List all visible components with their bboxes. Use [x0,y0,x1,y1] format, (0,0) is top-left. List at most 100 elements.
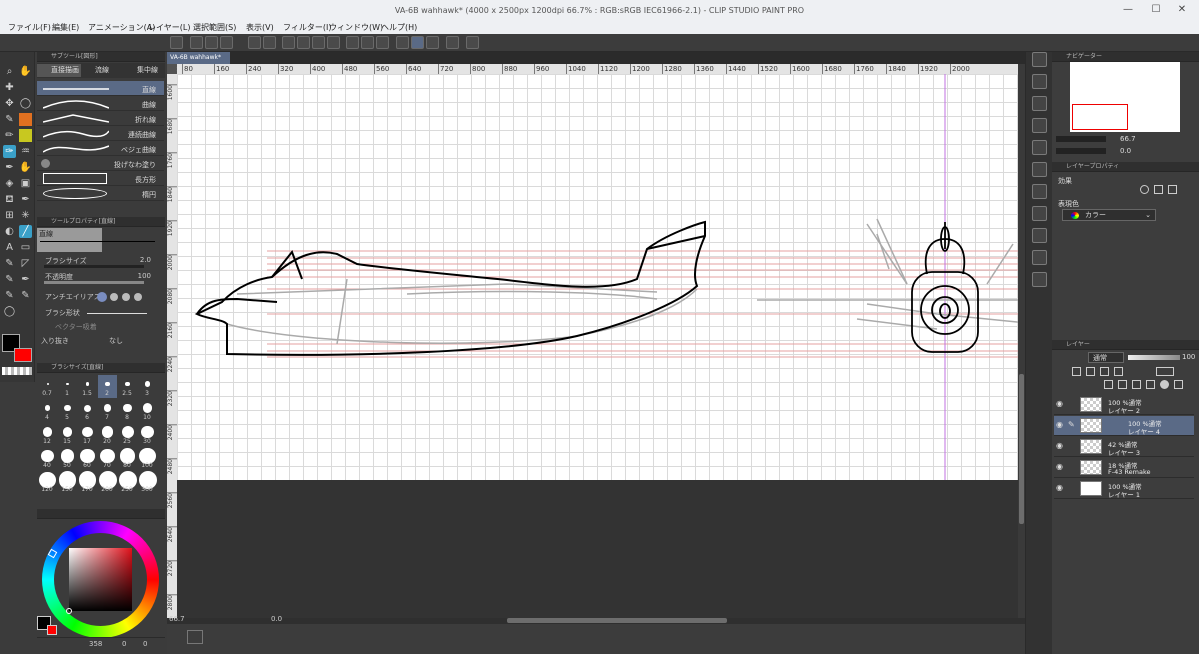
brush-size-cell[interactable]: 0.7 [38,375,57,398]
color-marker[interactable] [66,608,72,614]
tab-streamline[interactable]: 流線 [83,64,123,77]
subtool-item-line[interactable]: 直線 [37,81,164,96]
bubble-tool-icon[interactable]: ◯ [3,305,16,318]
layer-import-icon[interactable] [1032,206,1047,221]
navigator-zoom-slider[interactable] [1056,136,1106,142]
antialias-row[interactable]: アンチエイリアス [37,292,157,304]
color-wheel[interactable] [42,521,159,638]
brush-size-cell[interactable]: 120 [38,471,57,494]
new-vector-layer-icon[interactable] [1118,380,1127,389]
subtool-item-polyline[interactable]: 折れ線 [37,111,164,126]
snap-ruler-icon[interactable] [396,36,409,49]
subtool-item-curve[interactable]: 曲線 [37,96,164,111]
zoom-tool-icon[interactable]: ⌕ [3,65,16,78]
layer-new-icon[interactable] [1032,118,1047,133]
layer-opacity-value[interactable]: 100 [1182,353,1195,361]
tab-focus-line[interactable]: 集中線 [125,64,165,77]
subtool-item-continuous-curve[interactable]: 連続曲線 [37,126,164,141]
ref-layer-icon[interactable] [1086,367,1095,376]
mask-layer-icon[interactable] [1160,380,1169,389]
line-figure-tool-icon[interactable]: ╱ [19,225,32,238]
menu-file[interactable]: ファイル(F) [8,22,51,33]
correction-tool-icon[interactable]: ✎ [3,257,16,270]
brush-size-cell[interactable]: 15 [58,423,77,446]
show-selection-icon[interactable] [376,36,389,49]
auto-select-tool-icon[interactable]: ✳ [19,209,32,222]
clear-outside-icon[interactable] [297,36,310,49]
undo-icon[interactable] [248,36,261,49]
subtool-item-ellipse[interactable]: 楕円 [37,186,164,201]
layer-export-icon[interactable] [1032,184,1047,199]
saturation-value-square[interactable] [69,548,132,611]
fill-tool-icon[interactable]: ◈ [3,177,16,190]
drawing-canvas[interactable] [177,74,1018,480]
hue-marker[interactable] [47,548,58,559]
brush-size-cell[interactable]: 20 [98,423,117,446]
angle-readout[interactable]: 0.0 [271,615,282,623]
material-icon[interactable] [1032,74,1047,89]
horizontal-scroll-thumb[interactable] [507,618,727,623]
transform-icon[interactable] [327,36,340,49]
lock-alpha-icon[interactable] [1114,367,1123,376]
airbrush-tool-icon[interactable]: ✒ [3,161,16,174]
snap-special-ruler-icon[interactable] [411,36,424,49]
fill-icon[interactable] [312,36,325,49]
navigator-viewport[interactable] [1072,104,1128,130]
menu-selection[interactable]: 選択範囲(S) [193,22,236,33]
delete-layer-icon[interactable] [1174,380,1183,389]
ink-tool-icon[interactable]: ◐ [3,225,16,238]
timeline-toggle-icon[interactable] [187,630,203,644]
import-icon[interactable] [1032,96,1047,111]
brush-size-cell[interactable]: 2.5 [118,375,137,398]
layer-row-3[interactable]: ◉ 42 %通常 レイヤー 3 [1054,437,1194,457]
frame-tool-icon[interactable]: ⊞ [3,209,16,222]
brush-shape-row[interactable]: ブラシ形状 [37,308,157,320]
close-button[interactable]: ✕ [1169,2,1195,18]
open-file-icon[interactable] [205,36,218,49]
move-tool-icon[interactable]: ✥ [3,97,16,110]
subtool-item-lasso-fill[interactable]: 投げなわ塗り [37,156,164,171]
transfer-layer-icon[interactable] [1146,380,1155,389]
eye-icon[interactable]: ◉ [1056,420,1063,429]
menu-filter[interactable]: フィルター(I) [283,22,331,33]
brush-size-cell[interactable]: 1 [58,375,77,398]
brush-tool-icon[interactable]: ✑ [3,145,16,158]
clip-studio-icon[interactable] [170,36,183,49]
brush-size-cell[interactable]: 100 [138,447,157,470]
menu-help[interactable]: ヘルプ(H) [381,22,417,33]
quick-access-icon[interactable] [1032,52,1047,67]
clear-icon[interactable] [282,36,295,49]
brush-size-cell[interactable]: 5 [58,399,77,422]
new-folder-icon[interactable] [1132,380,1141,389]
gradient-tool-icon[interactable]: ▣ [19,177,32,190]
eye-icon[interactable]: ◉ [1056,483,1063,492]
help-icon[interactable] [466,36,479,49]
effect-buttons[interactable] [1138,184,1188,196]
brush-size-cell[interactable]: 10 [138,399,157,422]
layer-copy-icon[interactable] [1032,140,1047,155]
brush-size-cell[interactable]: 80 [118,447,137,470]
menu-animation[interactable]: アニメーション(A) [88,22,155,33]
brush-size-cell[interactable]: 6 [78,399,97,422]
hand-tool-icon[interactable]: ✋ [19,65,32,78]
lasso-tool-icon[interactable]: ◯ [19,97,32,110]
brush-size-cell[interactable]: 70 [98,447,117,470]
menu-layer[interactable]: レイヤー(L) [148,22,190,33]
brush-size-cell[interactable]: 50 [58,447,77,470]
brush-size-cell[interactable]: 150 [58,471,77,494]
brush-size-cell[interactable]: 2 [98,375,117,398]
tab-direct-draw[interactable]: 直接描画 [37,64,81,77]
navigator-preview[interactable] [1070,62,1180,132]
navigator-rotate-slider[interactable] [1056,148,1106,154]
layer-color-icon[interactable] [1168,185,1177,194]
sub-color-swatch[interactable] [14,348,32,362]
subtool-item-rectangle[interactable]: 長方形 [37,171,164,186]
subtool-item-bezier[interactable]: ベジェ曲線 [37,141,164,156]
decoration-tool-icon[interactable]: ✋ [19,161,32,174]
clip-layer-icon[interactable] [1072,367,1081,376]
menu-view[interactable]: 表示(V) [246,22,274,33]
vector-snap-row[interactable]: ベクター吸着 [37,322,157,334]
eye-icon[interactable]: ◉ [1056,462,1063,471]
pen3-tool-icon[interactable]: ✎ [3,289,16,302]
balloon-tool-icon[interactable]: ▭ [19,241,32,254]
